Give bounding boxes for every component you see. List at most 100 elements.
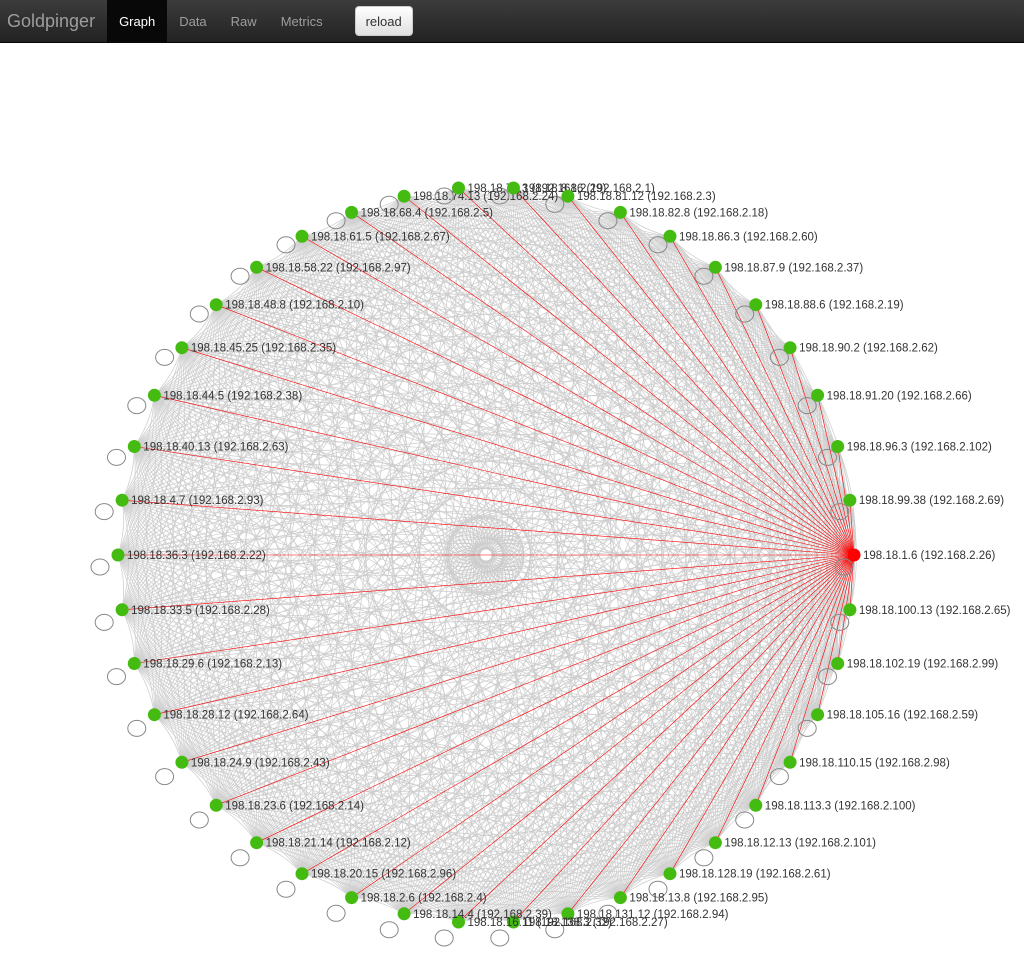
graph-node[interactable]: 198.18.68.4 (192.168.2.5): [345, 205, 494, 220]
graph-node[interactable]: 198.18.48.8 (192.168.2.10): [209, 298, 364, 312]
node-dot-healthy[interactable]: [127, 440, 141, 453]
node-dot-healthy[interactable]: [209, 798, 223, 812]
self-loop: [107, 668, 126, 686]
node-label: 198.18.44.5 (192.168.2.38): [163, 390, 302, 402]
node-dot-healthy[interactable]: [147, 388, 161, 402]
graph-node[interactable]: 198.18.99.38 (192.168.2.69): [843, 493, 1004, 508]
graph-node[interactable]: 198.18.82.8 (192.168.2.18): [613, 205, 768, 220]
node-dot-healthy[interactable]: [811, 708, 825, 722]
graph-node[interactable]: 198.18.2.6 (192.168.2.4): [345, 891, 487, 905]
node-dot-healthy[interactable]: [295, 229, 309, 243]
node-dot-healthy[interactable]: [811, 388, 825, 402]
node-dot-healthy[interactable]: [708, 260, 722, 274]
graph-node[interactable]: 198.18.12.13 (192.168.2.101): [708, 836, 876, 850]
node-label: 198.18.14.4 (192.168.2.39): [413, 909, 552, 921]
brand-logo[interactable]: Goldpinger: [0, 0, 107, 43]
node-dot-healthy[interactable]: [663, 867, 677, 881]
node-dot-healthy[interactable]: [345, 205, 359, 219]
node-dot-healthy[interactable]: [397, 907, 411, 921]
graph-node[interactable]: 198.18.86.3 (192.168.2.60): [663, 229, 818, 244]
self-loop: [434, 929, 454, 947]
graph-node[interactable]: 198.18.102.19 (192.168.2.99): [831, 657, 998, 671]
node-dot-healthy[interactable]: [783, 341, 797, 355]
node-label: 198.18.105.16 (192.168.2.59): [827, 710, 979, 722]
graph-node[interactable]: 198.18.81.12 (192.168.2.3): [561, 189, 716, 204]
node-dot-unhealthy[interactable]: [847, 548, 861, 562]
node-dot-healthy[interactable]: [708, 836, 722, 850]
graph-node[interactable]: 198.18.36.3 (192.168.2.22): [111, 548, 266, 563]
graph-node[interactable]: 198.18.128.19 (192.168.2.61): [663, 867, 831, 881]
node-dot-healthy[interactable]: [831, 657, 845, 670]
graph-node[interactable]: 198.18.28.12 (192.168.2.64): [147, 708, 309, 722]
graph-node[interactable]: 198.18.91.20 (192.168.2.66): [811, 388, 972, 403]
node-dot-healthy[interactable]: [452, 181, 465, 195]
node-dot-healthy[interactable]: [831, 440, 845, 453]
graph-node[interactable]: 198.18.105.16 (192.168.2.59): [811, 708, 978, 722]
node-dot-healthy[interactable]: [397, 189, 411, 203]
node-label: 198.18.58.22 (192.168.2.97): [266, 262, 411, 274]
graph-node[interactable]: 198.18.23.6 (192.168.2.14): [209, 798, 364, 813]
graph-node[interactable]: 198.18.24.9 (192.168.2.43): [175, 755, 330, 770]
self-loop: [769, 768, 789, 786]
node-dot-healthy[interactable]: [783, 755, 797, 769]
node-dot-healthy[interactable]: [749, 798, 763, 812]
tab-metrics[interactable]: Metrics: [269, 0, 335, 43]
node-dot-healthy[interactable]: [843, 493, 857, 507]
graph-node[interactable]: 198.18.4.7 (192.168.2.93): [115, 493, 264, 508]
node-label: 198.18.4.7 (192.168.2.93): [131, 495, 264, 507]
graph-node[interactable]: 198.18.1.6 (192.168.2.26): [847, 548, 996, 563]
node-dot-healthy[interactable]: [111, 548, 125, 562]
node-dot-healthy[interactable]: [115, 493, 129, 507]
node-dot-healthy[interactable]: [561, 189, 575, 203]
tab-graph[interactable]: Graph: [107, 0, 168, 43]
node-dot-healthy[interactable]: [295, 867, 309, 881]
node-label: 198.18.86.3 (192.168.2.60): [679, 231, 818, 243]
node-label: 198.18.68.4 (192.168.2.5): [361, 207, 494, 219]
graph-node[interactable]: 198.18.58.22 (192.168.2.97): [250, 260, 411, 275]
node-label: 198.18.61.5 (192.168.2.67): [311, 231, 450, 243]
graph-node[interactable]: 198.18.21.14 (192.168.2.12): [250, 836, 411, 850]
graph-node[interactable]: 198.18.87.9 (192.168.2.37): [708, 260, 863, 275]
node-dot-healthy[interactable]: [250, 260, 264, 274]
self-loop: [127, 719, 147, 737]
node-dot-healthy[interactable]: [507, 181, 520, 195]
tab-raw[interactable]: Raw: [219, 0, 269, 43]
graph-node[interactable]: 198.18.45.25 (192.168.2.35): [175, 341, 336, 355]
self-loop: [276, 880, 296, 898]
graph-node[interactable]: 198.18.61.5 (192.168.2.67): [295, 229, 450, 244]
node-dot-healthy[interactable]: [613, 891, 627, 905]
node-label: 198.18.45.25 (192.168.2.35): [191, 343, 336, 355]
node-label: 198.18.12.13 (192.168.2.101): [724, 838, 876, 850]
node-dot-healthy[interactable]: [147, 708, 161, 722]
graph-node[interactable]: 198.18.113.3 (192.168.2.100): [749, 798, 916, 813]
self-loop: [379, 921, 399, 939]
graph-node[interactable]: 198.18.20.15 (192.168.2.96): [295, 867, 457, 881]
graph-node[interactable]: 198.18.40.13 (192.168.2.63): [127, 440, 289, 454]
self-loop: [189, 305, 209, 323]
node-dot-healthy[interactable]: [115, 603, 129, 617]
node-dot-healthy[interactable]: [127, 657, 141, 670]
node-dot-healthy[interactable]: [175, 755, 189, 769]
graph-node[interactable]: 198.18.33.5 (192.168.2.28): [115, 603, 270, 617]
reload-button[interactable]: reload: [354, 6, 413, 36]
graph-node[interactable]: 198.18.110.15 (192.168.2.98): [783, 755, 950, 770]
node-dot-healthy[interactable]: [843, 603, 857, 617]
node-dot-healthy[interactable]: [613, 205, 627, 219]
node-dot-healthy[interactable]: [663, 229, 677, 243]
graph-node[interactable]: 198.18.88.6 (192.168.2.19): [749, 298, 904, 312]
tab-data[interactable]: Data: [167, 0, 218, 43]
graph-node[interactable]: 198.18.96.3 (192.168.2.102): [831, 440, 992, 454]
graph-node[interactable]: 198.18.90.2 (192.168.2.62): [783, 341, 938, 355]
graph-node[interactable]: 198.18.13.8 (192.168.2.95): [613, 891, 768, 905]
graph-node[interactable]: 198.18.29.6 (192.168.2.13): [127, 657, 282, 671]
graph-node[interactable]: 198.18.14.4 (192.168.2.39): [397, 907, 552, 921]
graph-node[interactable]: 198.18.44.5 (192.168.2.38): [147, 388, 302, 403]
network-graph: 198.18.1.6 (192.168.2.26) 198.18.100.13 (…: [90, 181, 1011, 947]
graph-node[interactable]: 198.18.100.13 (192.168.2.65): [843, 603, 1011, 617]
node-dot-healthy[interactable]: [345, 891, 359, 905]
node-dot-healthy[interactable]: [175, 341, 189, 355]
self-loop: [155, 768, 175, 786]
node-dot-healthy[interactable]: [250, 836, 264, 850]
node-dot-healthy[interactable]: [749, 298, 763, 312]
node-dot-healthy[interactable]: [209, 298, 223, 312]
